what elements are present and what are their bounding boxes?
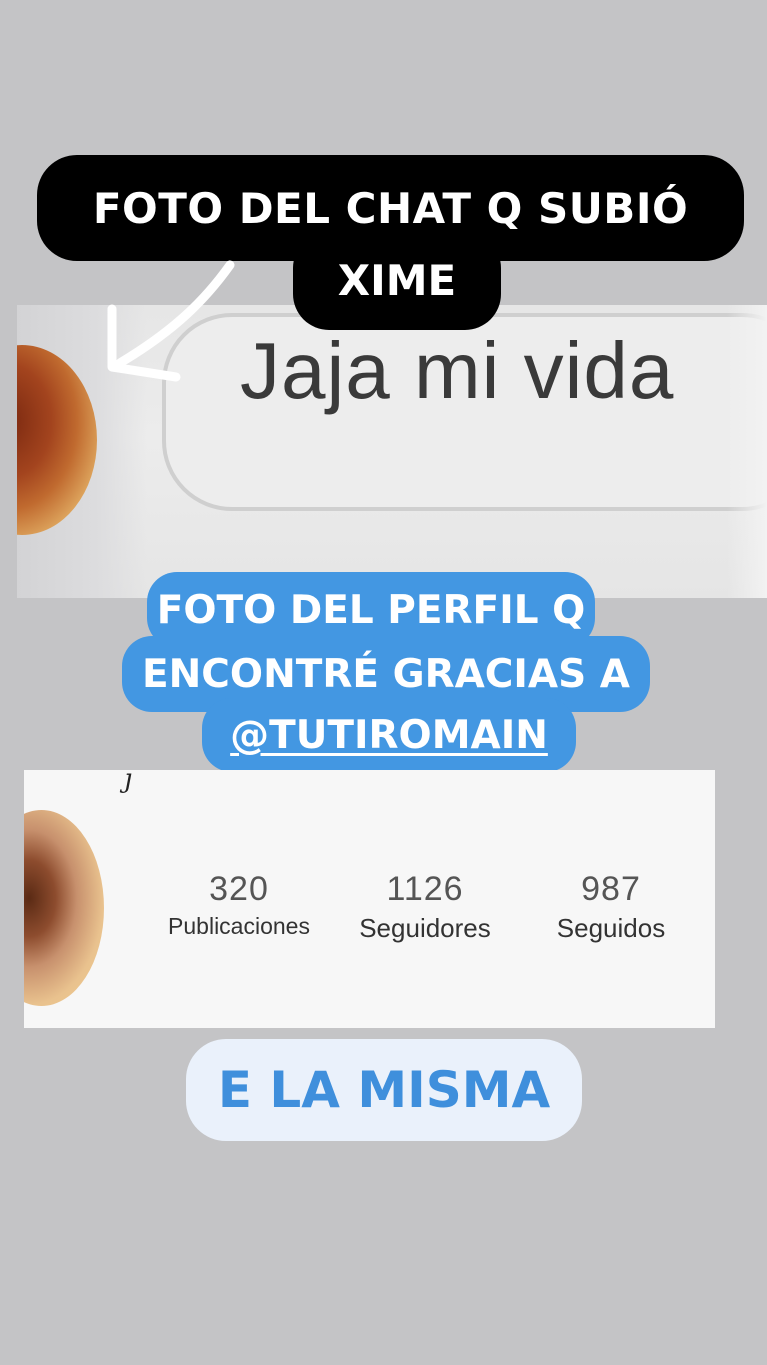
top-label-line1-text: FOTO DEL CHAT Q SUBIÓ: [92, 184, 689, 233]
stat-label: Seguidos: [556, 913, 666, 943]
bottom-label-text: E LA MISMA: [217, 1061, 551, 1119]
bottom-label: E LA MISMA: [186, 1039, 582, 1141]
blue-label-line2-text: ENCONTRÉ GRACIAS A: [142, 651, 630, 697]
profile-screenshot: ȷ 320 Publicaciones 1126 Seguidores 987 …: [24, 770, 715, 1028]
stat-value: 987: [581, 870, 641, 908]
cropped-username-fragment: ȷ: [124, 770, 133, 794]
stat-label: Seguidores: [359, 913, 491, 943]
stat-seguidos: 987 Seguidos: [536, 870, 686, 944]
blue-label-mention[interactable]: @TUTIROMAIN: [202, 698, 576, 772]
mention-link[interactable]: @TUTIROMAIN: [230, 713, 548, 758]
top-label-line2: XIME: [293, 232, 501, 330]
stat-value: 1126: [386, 870, 464, 908]
chat-fade: [727, 305, 767, 598]
top-label-line2-text: XIME: [337, 255, 457, 305]
profile-avatar: [24, 810, 104, 1006]
stat-seguidores: 1126 Seguidores: [342, 870, 508, 944]
curved-arrow-icon: [107, 260, 235, 382]
instagram-story: Jaja mi vida FOTO DEL CHAT Q SUBIÓ XIME …: [0, 0, 767, 1365]
blue-label-line1-text: FOTO DEL PERFIL Q: [156, 587, 586, 633]
stat-publicaciones: 320 Publicaciones: [154, 870, 324, 940]
chat-message-text: Jaja mi vida: [240, 326, 675, 415]
stat-value: 320: [209, 870, 269, 908]
stat-label: Publicaciones: [168, 913, 310, 939]
